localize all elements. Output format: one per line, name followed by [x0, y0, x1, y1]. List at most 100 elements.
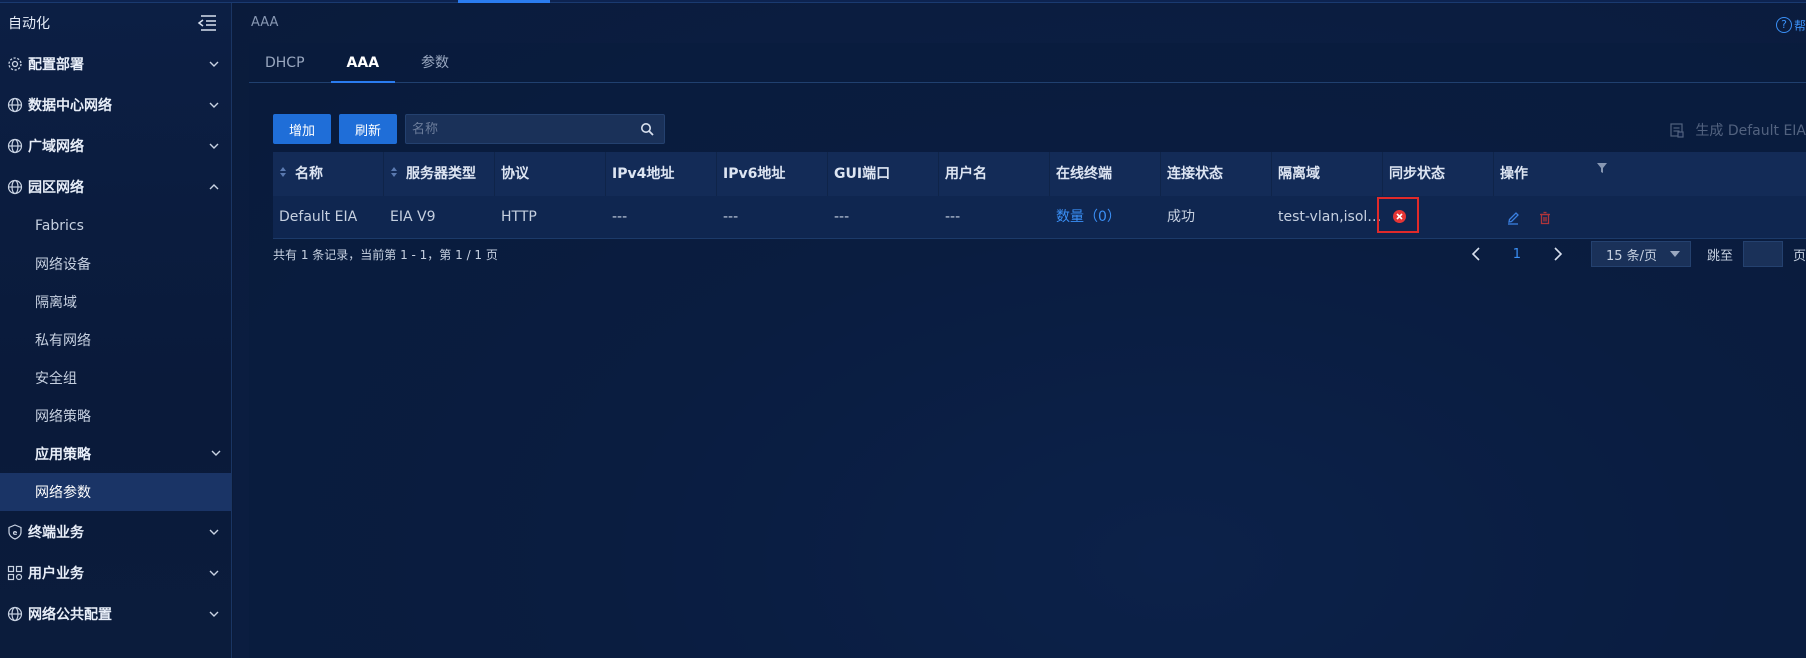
generate-default-eia-button[interactable]: 生成 Default EIA: [1669, 120, 1806, 140]
column-header-isolation: 隔离域: [1272, 152, 1383, 196]
sidebar-subitem-private-network[interactable]: 私有网络: [0, 321, 231, 359]
column-header-gui-port: GUI端口: [828, 152, 939, 196]
column-header-actions: 操作: [1494, 152, 1806, 196]
cell-actions: [1494, 196, 1806, 239]
breadcrumb: AAA: [251, 15, 279, 30]
cell-ipv4: ---: [612, 209, 628, 225]
chevron-down-icon: [1669, 251, 1680, 257]
sort-icon[interactable]: [390, 152, 400, 196]
online-count-link[interactable]: 数量（0）: [1056, 209, 1121, 225]
cell-name: Default EIA: [279, 209, 358, 225]
cell-protocol: HTTP: [501, 209, 537, 225]
sidebar-item-label: 用户业务: [28, 565, 84, 582]
chevron-up-icon: [207, 180, 221, 194]
cell-conn-status: 成功: [1167, 209, 1195, 225]
sidebar-title: 自动化: [8, 16, 50, 32]
generate-icon: [1670, 123, 1684, 138]
help-icon[interactable]: ?: [1776, 17, 1792, 33]
prev-page-button[interactable]: [1467, 245, 1485, 263]
generate-label: 生成 Default EIA: [1695, 123, 1806, 139]
next-page-button[interactable]: [1549, 245, 1567, 263]
column-header-username: 用户名: [939, 152, 1050, 196]
cell-ipv6: ---: [723, 209, 739, 225]
chevron-down-icon: [207, 139, 221, 153]
table-header: 名称 服务器类型 协议 IPv4地址 IPv6地址 GUI端口 用户名 在线终端…: [273, 152, 1806, 196]
search-icon[interactable]: [640, 122, 654, 136]
sidebar-item-label: 网络公共配置: [28, 606, 112, 623]
page-suffix: 页: [1792, 248, 1806, 264]
svg-text:e: e: [13, 529, 18, 537]
edit-icon[interactable]: [1506, 211, 1520, 225]
cell-username: ---: [945, 209, 961, 225]
column-header-protocol: 协议: [495, 152, 606, 196]
column-header-ipv4: IPv4地址: [606, 152, 717, 196]
gear-icon: [6, 55, 24, 73]
column-header-name[interactable]: 名称: [273, 152, 384, 196]
sidebar-item-campus[interactable]: 园区网络: [0, 166, 231, 207]
sidebar-subitem-fabrics[interactable]: Fabrics: [0, 207, 231, 245]
cell-online: 数量（0）: [1050, 196, 1161, 239]
main-content: AAA ? 帮 DHCP AAA 参数 增加 刷新 生成 Default EIA…: [233, 3, 1806, 658]
sidebar-item-user-service[interactable]: 用户业务: [0, 552, 231, 593]
chevron-down-icon: [207, 525, 221, 539]
sidebar-item-label: 数据中心网络: [28, 97, 112, 114]
chevron-down-icon: [207, 57, 221, 71]
current-page[interactable]: 1: [1513, 247, 1521, 262]
tab-params[interactable]: 参数: [405, 43, 465, 82]
jump-page-input[interactable]: [1742, 241, 1783, 267]
delete-icon[interactable]: [1538, 211, 1552, 225]
globe-icon: [6, 605, 24, 623]
content-panel: DHCP AAA 参数 增加 刷新 生成 Default EIA 名称 服务器类…: [249, 43, 1806, 658]
error-icon[interactable]: [1393, 210, 1406, 223]
sidebar-subitem-network-policy[interactable]: 网络策略: [0, 397, 231, 435]
filter-icon[interactable]: [1596, 162, 1608, 174]
sidebar: 自动化 配置部署 数据中心网络 广域网络 园区网络 Fabrics 网络设备 隔…: [0, 3, 232, 658]
sidebar-item-label: 园区网络: [28, 179, 84, 196]
sidebar-item-label: 配置部署: [28, 56, 84, 73]
globe-icon: [6, 137, 24, 155]
aaa-table: 名称 服务器类型 协议 IPv4地址 IPv6地址 GUI端口 用户名 在线终端…: [273, 152, 1806, 239]
column-header-sync-status: 同步状态: [1383, 152, 1494, 196]
sidebar-item-wan[interactable]: 广域网络: [0, 125, 231, 166]
refresh-button[interactable]: 刷新: [339, 114, 398, 144]
page-size-select[interactable]: 15 条/页: [1590, 241, 1691, 267]
cell-isolation: test-vlan,isolate...: [1278, 209, 1383, 225]
sidebar-item-config-deploy[interactable]: 配置部署: [0, 43, 231, 84]
toolbar: 增加 刷新: [273, 114, 666, 144]
sidebar-subitem-network-params[interactable]: 网络参数: [0, 473, 231, 511]
sidebar-item-label: 终端业务: [28, 524, 84, 541]
sidebar-subitem-security-group[interactable]: 安全组: [0, 359, 231, 397]
sidebar-subitem-app-policy[interactable]: 应用策略: [0, 435, 231, 473]
sort-icon[interactable]: [279, 152, 289, 196]
chevron-down-icon: [207, 607, 221, 621]
pagination: 共有 1 条记录，当前第 1 - 1，第 1 / 1 页 1 15 条/页 跳至…: [273, 239, 1806, 269]
help-link[interactable]: 帮: [1794, 17, 1806, 34]
column-header-conn-status: 连接状态: [1161, 152, 1272, 196]
collapse-menu-icon[interactable]: [197, 14, 217, 32]
cell-sync-status: [1377, 196, 1494, 239]
users-icon: [6, 564, 24, 582]
sidebar-item-network-common-config[interactable]: 网络公共配置: [0, 593, 231, 634]
chevron-down-icon: [207, 98, 221, 112]
search-input[interactable]: [412, 121, 641, 137]
add-button[interactable]: 增加: [273, 114, 332, 144]
pager-controls: 1 15 条/页 跳至 页: [1467, 239, 1806, 269]
chevron-down-icon: [207, 566, 221, 580]
column-header-server-type[interactable]: 服务器类型: [384, 152, 495, 196]
table-row: Default EIA EIA V9 HTTP --- --- --- --- …: [273, 196, 1806, 239]
record-summary: 共有 1 条记录，当前第 1 - 1，第 1 / 1 页: [273, 248, 498, 262]
cell-server-type: EIA V9: [390, 209, 436, 225]
search-box: [405, 114, 666, 144]
tab-aaa[interactable]: AAA: [330, 43, 396, 83]
sidebar-item-dc-network[interactable]: 数据中心网络: [0, 84, 231, 125]
shield-icon: e: [6, 523, 24, 541]
sidebar-subitem-network-devices[interactable]: 网络设备: [0, 245, 231, 283]
cell-gui-port: ---: [834, 209, 850, 225]
sidebar-item-label: 广域网络: [28, 138, 84, 155]
sidebar-subitem-isolation-domain[interactable]: 隔离域: [0, 283, 231, 321]
sidebar-header: 自动化: [0, 3, 231, 43]
tab-dhcp[interactable]: DHCP: [249, 43, 321, 82]
globe-icon: [6, 178, 24, 196]
sidebar-item-terminal-service[interactable]: e 终端业务: [0, 511, 231, 552]
tab-bar: DHCP AAA 参数: [249, 43, 1806, 83]
